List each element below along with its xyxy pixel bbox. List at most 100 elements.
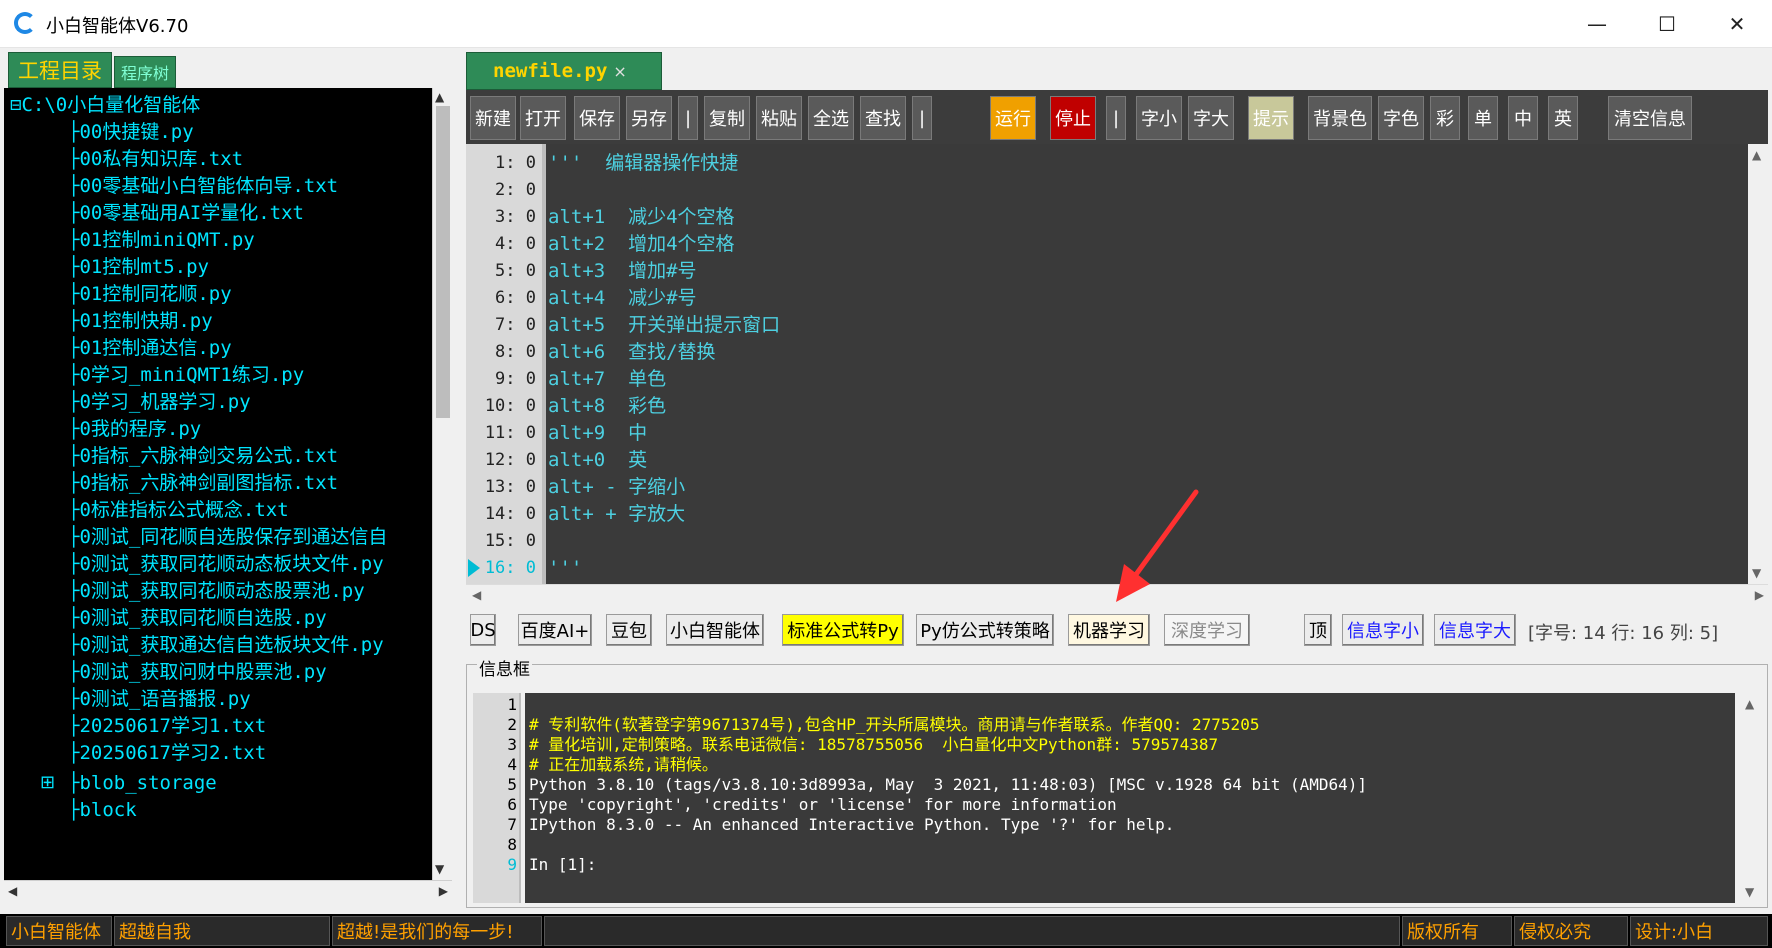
code-line[interactable]: alt+3 增加#号 xyxy=(548,258,697,285)
tree-folder-item[interactable]: ├block xyxy=(68,795,137,825)
code-line[interactable]: alt+ - 字缩小 xyxy=(548,474,685,501)
code-line[interactable]: alt+2 增加4个空格 xyxy=(548,231,735,258)
scroll-down-icon[interactable]: ▼ xyxy=(435,862,444,876)
save-as-button[interactable]: 另存 xyxy=(626,96,672,140)
tree-file-item[interactable]: ├0测试_获取同花顺自选股.py xyxy=(68,603,327,633)
scroll-down-icon[interactable]: ▼ xyxy=(1745,885,1754,899)
std-formula-to-py-button[interactable]: 标准公式转Py xyxy=(782,614,904,646)
maximize-button[interactable]: ☐ xyxy=(1632,0,1702,48)
console-prompt[interactable]: In [1]: xyxy=(529,855,596,875)
background-color-button[interactable]: 背景色 xyxy=(1308,96,1372,140)
font-smaller-button[interactable]: 字小 xyxy=(1136,96,1182,140)
new-button[interactable]: 新建 xyxy=(470,96,516,140)
tree-file-item[interactable]: ├00零基础用AI学量化.txt xyxy=(68,198,304,228)
code-line[interactable]: ''' xyxy=(548,555,582,582)
code-line[interactable]: alt+8 彩色 xyxy=(548,393,666,420)
deep-learning-button[interactable]: 深度学习 xyxy=(1164,614,1250,646)
tab-program-tree[interactable]: 程序树 xyxy=(114,56,176,88)
tree-file-item[interactable]: ├20250617学习2.txt xyxy=(68,738,266,768)
code-line[interactable]: alt+7 单色 xyxy=(548,366,666,393)
info-font-smaller-button[interactable]: 信息字小 xyxy=(1342,614,1424,646)
code-line[interactable]: alt+6 查找/替换 xyxy=(548,339,716,366)
scroll-down-icon[interactable]: ▼ xyxy=(1752,566,1761,580)
tree-file-item[interactable]: ├0测试_语音播报.py xyxy=(68,684,251,714)
doubao-button[interactable]: 豆包 xyxy=(606,614,652,646)
scroll-up-icon[interactable]: ▲ xyxy=(1745,697,1754,711)
paste-button[interactable]: 粘贴 xyxy=(756,96,802,140)
font-color-button[interactable]: 字色 xyxy=(1378,96,1424,140)
tree-file-item[interactable]: ├01控制通达信.py xyxy=(68,333,232,363)
toolbar-separator: | xyxy=(1106,96,1126,140)
close-tab-icon[interactable]: × xyxy=(613,62,626,81)
scroll-right-icon[interactable]: ▶ xyxy=(439,884,448,898)
tree-file-item[interactable]: ├01控制快期.py xyxy=(68,306,213,336)
tree-file-item[interactable]: ├0测试_获取通达信自选板块文件.py xyxy=(68,630,384,660)
scroll-up-icon[interactable]: ▲ xyxy=(1752,148,1761,162)
run-button[interactable]: 运行 xyxy=(990,96,1036,140)
code-editor[interactable]: 1: 0 2: 0 3: 0 4: 0 5: 0 6: 0 7: 0 8: 0 … xyxy=(466,144,1748,584)
tree-file-item[interactable]: ├0测试_获取同花顺动态股票池.py xyxy=(68,576,365,606)
tree-file-item[interactable]: ├00零基础小白智能体向导.txt xyxy=(68,171,338,201)
tree-file-item[interactable]: ├0测试_获取同花顺动态板块文件.py xyxy=(68,549,384,579)
scroll-left-icon[interactable]: ◀ xyxy=(472,588,481,602)
tree-file-item[interactable]: ├01控制同花顺.py xyxy=(68,279,232,309)
code-line[interactable]: alt+4 减少#号 xyxy=(548,285,697,312)
tree-file-item[interactable]: ├01控制miniQMT.py xyxy=(68,225,255,255)
code-line[interactable]: alt+0 英 xyxy=(548,447,647,474)
minimize-button[interactable]: — xyxy=(1562,0,1632,48)
close-button[interactable]: ✕ xyxy=(1702,0,1772,48)
stop-button[interactable]: 停止 xyxy=(1050,96,1096,140)
code-line[interactable]: alt+1 减少4个空格 xyxy=(548,204,735,231)
tree-folder-item[interactable]: ├blob_storage xyxy=(68,768,217,798)
machine-learning-button[interactable]: 机器学习 xyxy=(1068,614,1150,646)
tree-file-item[interactable]: ├00快捷键.py xyxy=(68,117,194,147)
project-file-tree[interactable]: ⊟C:\0小白量化智能体 ├00快捷键.py ├00私有知识库.txt ├00零… xyxy=(4,88,432,880)
tree-file-item[interactable]: ├0学习_miniQMT1练习.py xyxy=(68,360,304,390)
tree-scroll-thumb[interactable] xyxy=(436,106,450,418)
clear-info-button[interactable]: 清空信息 xyxy=(1608,96,1692,140)
tree-file-item[interactable]: ├01控制mt5.py xyxy=(68,252,209,282)
hint-toggle-button[interactable]: 提示 xyxy=(1248,96,1294,140)
top-button[interactable]: 顶 xyxy=(1304,614,1332,646)
scroll-left-icon[interactable]: ◀ xyxy=(8,884,17,898)
scroll-up-icon[interactable]: ▲ xyxy=(435,90,444,104)
xiaobai-agent-button[interactable]: 小白智能体 xyxy=(666,614,764,646)
code-line[interactable]: ''' 编辑器操作快捷 xyxy=(548,150,738,177)
mono-mode-button[interactable]: 单 xyxy=(1468,96,1498,140)
tab-project-directory[interactable]: 工程目录 xyxy=(8,52,112,88)
info-vertical-scrollbar[interactable]: ▲ ▼ xyxy=(1741,693,1761,903)
select-all-button[interactable]: 全选 xyxy=(808,96,854,140)
tree-file-item[interactable]: ├0学习_机器学习.py xyxy=(68,387,251,417)
tree-root-folder[interactable]: ⊟C:\0小白量化智能体 xyxy=(10,90,200,120)
tree-file-item[interactable]: ├00私有知识库.txt xyxy=(68,144,243,174)
tree-file-item[interactable]: ├0标准指标公式概念.txt xyxy=(68,495,289,525)
ds-button[interactable]: DS xyxy=(470,614,496,646)
expand-folder-icon[interactable]: ⊞ xyxy=(40,768,55,798)
tree-file-item[interactable]: ├0测试_获取问财中股票池.py xyxy=(68,657,327,687)
tree-file-item[interactable]: ├0指标_六脉神剑交易公式.txt xyxy=(68,441,338,471)
info-console-output[interactable]: # 专利软件(软著登字第9671374号),包含HP_开头所属模块。商用请与作者… xyxy=(525,693,1735,903)
tree-horizontal-scrollbar[interactable]: ◀ ▶ xyxy=(4,880,452,902)
open-button[interactable]: 打开 xyxy=(520,96,566,140)
tree-file-item[interactable]: ├0测试_同花顺自选股保存到通达信自 xyxy=(68,522,387,552)
font-larger-button[interactable]: 字大 xyxy=(1188,96,1234,140)
baidu-ai-button[interactable]: 百度AI+ xyxy=(518,614,592,646)
tree-file-item[interactable]: ├0我的程序.py xyxy=(68,414,201,444)
py-formula-to-strategy-button[interactable]: Py仿公式转策略 xyxy=(916,614,1054,646)
chinese-mode-button[interactable]: 中 xyxy=(1508,96,1538,140)
english-mode-button[interactable]: 英 xyxy=(1548,96,1578,140)
colorful-mode-button[interactable]: 彩 xyxy=(1430,96,1460,140)
code-line[interactable]: alt+9 中 xyxy=(548,420,647,447)
find-button[interactable]: 查找 xyxy=(860,96,906,140)
save-button[interactable]: 保存 xyxy=(574,96,620,140)
tree-file-item[interactable]: ├20250617学习1.txt xyxy=(68,711,266,741)
code-line[interactable]: alt+5 开关弹出提示窗口 xyxy=(548,312,780,339)
info-font-larger-button[interactable]: 信息字大 xyxy=(1434,614,1516,646)
tab-newfile[interactable]: newfile.py × xyxy=(466,52,662,90)
scroll-right-icon[interactable]: ▶ xyxy=(1755,588,1764,602)
tree-file-item[interactable]: ├0指标_六脉神剑副图指标.txt xyxy=(68,468,338,498)
copy-button[interactable]: 复制 xyxy=(704,96,750,140)
code-line[interactable]: alt+ + 字放大 xyxy=(548,501,685,528)
editor-vertical-scrollbar[interactable]: ▲ ▼ xyxy=(1748,144,1768,584)
tree-vertical-scrollbar[interactable]: ▲ ▼ xyxy=(432,88,452,880)
